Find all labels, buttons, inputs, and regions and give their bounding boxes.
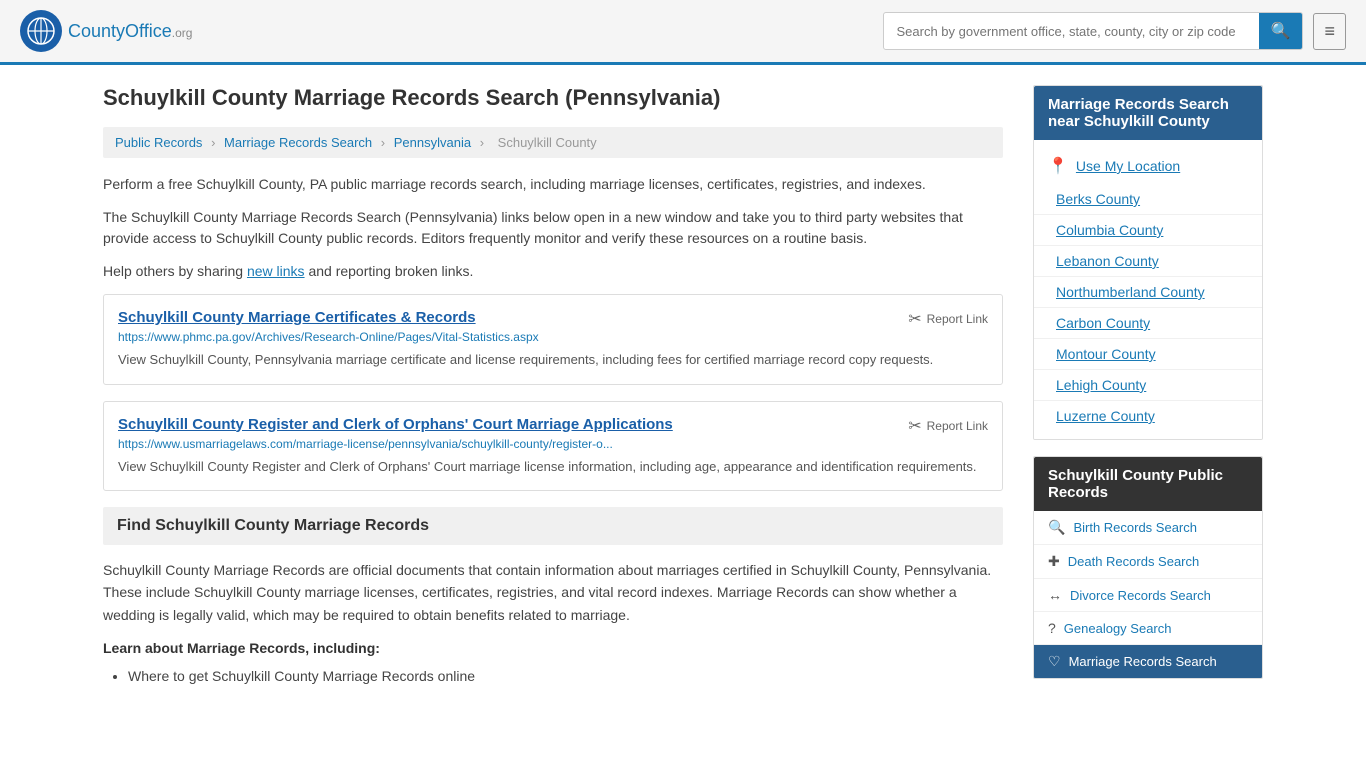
sidebar-item-northumberland[interactable]: Northumberland County [1034,277,1262,308]
content-area: Schuylkill County Marriage Records Searc… [103,85,1003,695]
public-records-links: 🔍 Birth Records Search ✚ Death Records S… [1034,511,1262,678]
resource-header-2: Schuylkill County Register and Clerk of … [118,416,988,437]
sidebar-pub-genealogy[interactable]: ? Genealogy Search [1034,612,1262,645]
description-1: Perform a free Schuylkill County, PA pub… [103,174,1003,195]
sidebar-item-lebanon[interactable]: Lebanon County [1034,246,1262,277]
divorce-label: Divorce Records Search [1070,588,1211,603]
nearby-title: Marriage Records Search near Schuylkill … [1034,86,1262,140]
sidebar-item-carbon[interactable]: Carbon County [1034,308,1262,339]
new-links-link[interactable]: new links [247,263,305,279]
list-item: Where to get Schuylkill County Marriage … [128,664,1003,689]
sidebar-pub-birth[interactable]: 🔍 Birth Records Search [1034,511,1262,545]
description-2: The Schuylkill County Marriage Records S… [103,207,1003,249]
location-icon: 📍 [1048,156,1068,176]
resource-url-1: https://www.phmc.pa.gov/Archives/Researc… [118,330,988,344]
resource-desc-2: View Schuylkill County Register and Cler… [118,457,988,477]
birth-label: Birth Records Search [1073,520,1197,535]
genealogy-icon: ? [1048,620,1056,636]
sidebar-label-northumberland: Northumberland County [1056,284,1205,300]
resource-title-1[interactable]: Schuylkill County Marriage Certificates … [118,309,476,326]
sidebar-item-columbia[interactable]: Columbia County [1034,215,1262,246]
marriage-label: Marriage Records Search [1069,654,1217,669]
sidebar-label-columbia: Columbia County [1056,222,1163,238]
sidebar-item-montour[interactable]: Montour County [1034,339,1262,370]
resource-card-1: Schuylkill County Marriage Certificates … [103,294,1003,385]
sidebar-pub-marriage[interactable]: ♡ Marriage Records Search [1034,645,1262,678]
nearby-counties-section: Marriage Records Search near Schuylkill … [1033,85,1263,440]
sidebar-label-carbon: Carbon County [1056,315,1150,331]
resource-header-1: Schuylkill County Marriage Certificates … [118,309,988,330]
death-icon: ✚ [1048,553,1060,570]
menu-button[interactable]: ≡ [1313,13,1346,50]
sub-heading: Learn about Marriage Records, including: [103,640,1003,656]
nearby-links: 📍 Use My Location Berks County Columbia … [1034,140,1262,439]
report-icon-1: ✂ [908,309,921,329]
use-location-label: Use My Location [1076,158,1180,174]
resource-url-2: https://www.usmarriagelaws.com/marriage-… [118,437,988,451]
search-input[interactable] [884,16,1258,47]
logo-text: CountyOffice.org [68,21,192,41]
search-button[interactable]: 🔍 [1259,13,1303,49]
resource-desc-1: View Schuylkill County, Pennsylvania mar… [118,350,988,370]
sidebar-label-luzerne: Luzerne County [1056,408,1155,424]
logo[interactable]: CountyOffice.org [20,10,192,52]
sidebar-label-lebanon: Lebanon County [1056,253,1159,269]
sidebar: Marriage Records Search near Schuylkill … [1033,85,1263,695]
report-link-btn-1[interactable]: ✂ Report Link [908,309,988,329]
header-controls: 🔍 ≡ [883,12,1346,50]
description-3: Help others by sharing new links and rep… [103,261,1003,282]
sidebar-label-montour: Montour County [1056,346,1156,362]
body-text: Schuylkill County Marriage Records are o… [103,559,1003,626]
public-records-title: Schuylkill County Public Records [1034,457,1262,511]
bullet-list: Where to get Schuylkill County Marriage … [103,664,1003,689]
section-heading: Find Schuylkill County Marriage Records [103,507,1003,545]
sidebar-label-lehigh: Lehigh County [1056,377,1146,393]
sidebar-label-berks: Berks County [1056,191,1140,207]
site-header: CountyOffice.org 🔍 ≡ [0,0,1366,65]
sidebar-item-luzerne[interactable]: Luzerne County [1034,401,1262,431]
divorce-icon: ↔ [1048,587,1062,603]
global-search-bar: 🔍 [883,12,1303,50]
page-title: Schuylkill County Marriage Records Searc… [103,85,1003,111]
marriage-icon: ♡ [1048,653,1061,670]
breadcrumb: Public Records › Marriage Records Search… [103,127,1003,158]
sidebar-item-berks[interactable]: Berks County [1034,184,1262,215]
birth-icon: 🔍 [1048,519,1065,536]
breadcrumb-public-records[interactable]: Public Records [115,135,202,150]
breadcrumb-marriage-records[interactable]: Marriage Records Search [224,135,372,150]
sidebar-pub-death[interactable]: ✚ Death Records Search [1034,545,1262,579]
report-icon-2: ✂ [908,416,921,436]
breadcrumb-current: Schuylkill County [498,135,597,150]
sidebar-item-lehigh[interactable]: Lehigh County [1034,370,1262,401]
public-records-section: Schuylkill County Public Records 🔍 Birth… [1033,456,1263,679]
use-location-link[interactable]: 📍 Use My Location [1034,148,1262,184]
death-label: Death Records Search [1068,554,1200,569]
genealogy-label: Genealogy Search [1064,621,1172,636]
main-container: Schuylkill County Marriage Records Searc… [83,65,1283,715]
resource-card-2: Schuylkill County Register and Clerk of … [103,401,1003,492]
logo-icon [20,10,62,52]
report-link-btn-2[interactable]: ✂ Report Link [908,416,988,436]
sidebar-pub-divorce[interactable]: ↔ Divorce Records Search [1034,579,1262,612]
resource-title-2[interactable]: Schuylkill County Register and Clerk of … [118,416,673,433]
breadcrumb-pennsylvania[interactable]: Pennsylvania [394,135,471,150]
